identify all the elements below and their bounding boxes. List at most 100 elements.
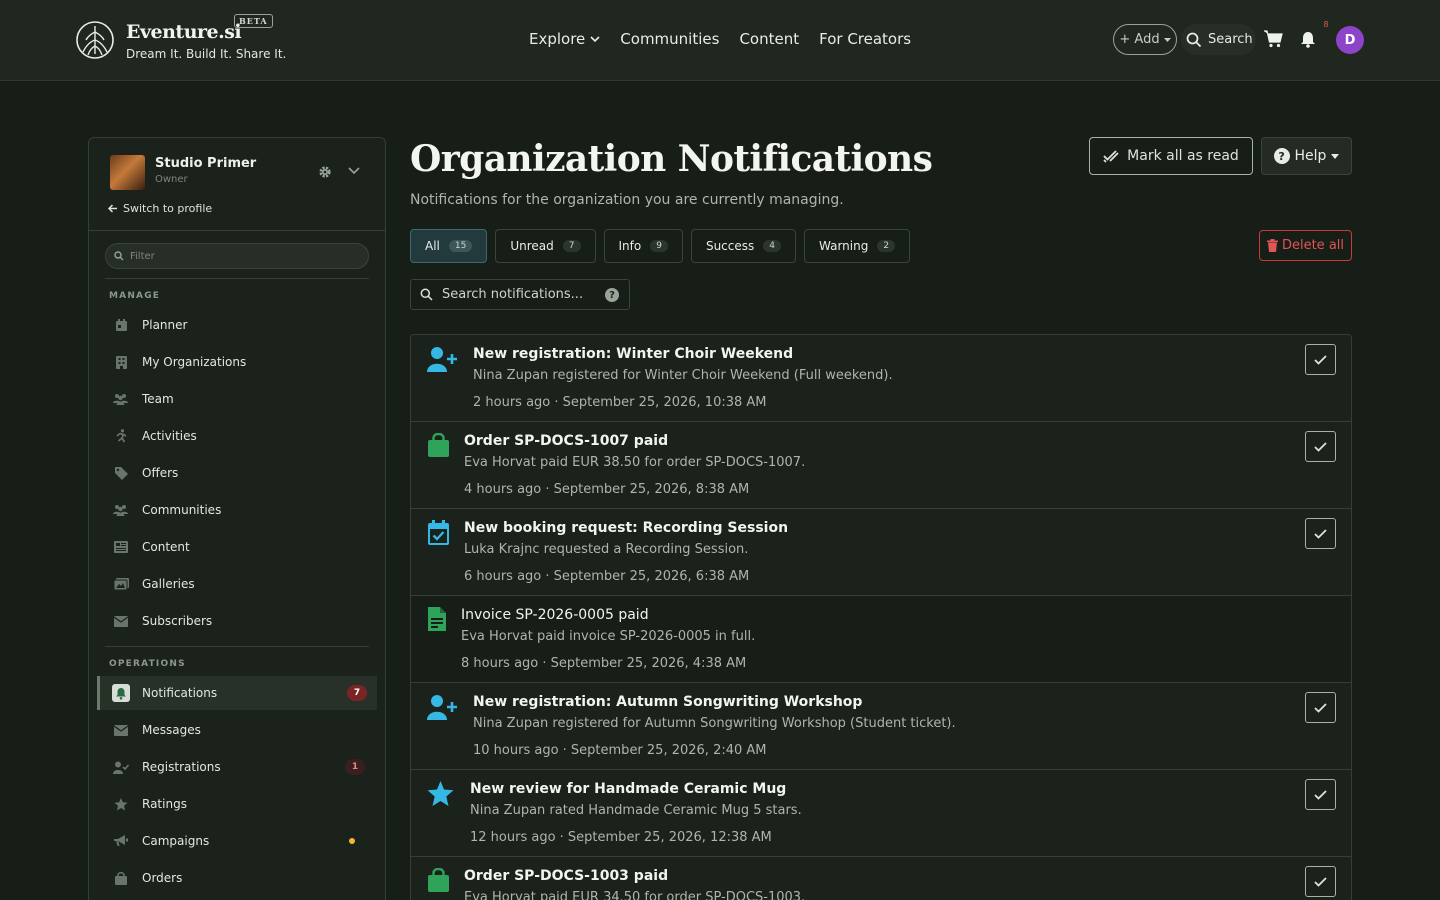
divider (89, 230, 385, 231)
nav-for-creators[interactable]: For Creators (819, 30, 911, 48)
sidebar-item-subscribers[interactable]: Subscribers (105, 604, 375, 638)
caret-down-icon (1331, 153, 1340, 159)
sidebar: Studio Primer Owner Switch to profile Fi… (88, 137, 386, 900)
notification-item[interactable]: New registration: Autumn Songwriting Wor… (411, 683, 1351, 770)
mark-read-button[interactable] (1305, 518, 1336, 549)
tab-success[interactable]: Success 4 (690, 229, 796, 263)
tab-info[interactable]: Info 9 (603, 229, 683, 263)
notification-time: 4 hours ago · September 25, 2026, 8:38 A… (464, 482, 750, 497)
sidebar-item-team[interactable]: Team (105, 382, 375, 416)
sidebar-item-campaigns[interactable]: Campaigns (105, 824, 375, 858)
calendar-icon (112, 316, 130, 334)
chevron-down-icon[interactable] (348, 167, 360, 175)
nav-content[interactable]: Content (739, 30, 799, 48)
images-icon (112, 575, 130, 593)
sidebar-item-orders[interactable]: Orders (105, 861, 375, 895)
user-avatar[interactable]: D (1336, 26, 1364, 54)
megaphone-icon (112, 832, 130, 850)
gear-icon[interactable] (318, 165, 332, 179)
double-check-icon (1103, 150, 1119, 163)
tab-warning[interactable]: Warning 2 (804, 229, 911, 263)
cart-icon[interactable] (1264, 30, 1283, 48)
notification-filter-tabs: All 15 Unread 7 Info 9 Success 4 Warning 2 (410, 229, 911, 263)
bell-icon[interactable] (1300, 31, 1316, 48)
section-label-operations: OPERATIONS (109, 659, 186, 669)
arrow-left-icon (108, 204, 117, 213)
sidebar-item-notifications[interactable]: Notifications 7 (97, 676, 377, 710)
notification-item[interactable]: Order SP-DOCS-1007 paid Eva Horvat paid … (411, 422, 1351, 509)
sidebar-item-communities[interactable]: Communities (105, 493, 375, 527)
sidebar-item-content[interactable]: Content (105, 530, 375, 564)
main-nav: Explore Communities Content For Creators (529, 30, 911, 48)
notification-item[interactable]: New booking request: Recording Session L… (411, 509, 1351, 596)
star-icon (427, 781, 454, 806)
mark-read-button[interactable] (1305, 779, 1336, 810)
delete-all-button[interactable]: Delete all (1259, 230, 1352, 261)
notification-item[interactable]: New registration: Winter Choir Weekend N… (411, 335, 1351, 422)
sidebar-item-registrations[interactable]: Registrations 1 (105, 750, 375, 784)
add-button[interactable]: + Add (1113, 24, 1177, 55)
tab-all[interactable]: All 15 (410, 229, 488, 263)
notification-title: New booking request: Recording Session (464, 520, 789, 536)
mark-read-button[interactable] (1305, 344, 1336, 375)
notification-message: Eva Horvat paid invoice SP-2026-0005 in … (461, 629, 756, 644)
tab-count: 4 (763, 240, 781, 252)
mark-all-read-button[interactable]: Mark all as read (1089, 137, 1253, 175)
user-plus-icon (427, 347, 457, 372)
team-icon (112, 390, 130, 408)
search-icon (420, 288, 433, 301)
tab-count: 9 (650, 240, 668, 252)
sidebar-item-galleries[interactable]: Galleries (105, 567, 375, 601)
notification-item[interactable]: Order SP-DOCS-1003 paid Eva Horvat paid … (411, 857, 1351, 900)
mark-read-button[interactable] (1305, 692, 1336, 723)
sidebar-filter-input[interactable]: Filter (105, 243, 369, 269)
tab-count: 2 (877, 240, 896, 252)
organization-avatar (110, 155, 145, 190)
notification-time: 8 hours ago · September 25, 2026, 4:38 A… (461, 656, 747, 671)
organization-name: Studio Primer (155, 156, 257, 171)
nav-communities[interactable]: Communities (620, 30, 719, 48)
sidebar-item-messages[interactable]: Messages (105, 713, 375, 747)
sidebar-item-offers[interactable]: Offers (105, 456, 375, 490)
organization-role: Owner (155, 174, 188, 185)
switch-to-profile-link[interactable]: Switch to profile (108, 202, 212, 215)
sidebar-item-planner[interactable]: Planner (105, 308, 375, 342)
divider (105, 646, 369, 647)
user-check-icon (112, 758, 130, 776)
invoice-icon (428, 607, 446, 631)
divider (105, 278, 369, 279)
notification-search-input[interactable]: Search notifications... ? (410, 279, 630, 310)
mark-read-button[interactable] (1305, 431, 1336, 462)
notification-item[interactable]: New review for Handmade Ceramic Mug Nina… (411, 770, 1351, 857)
notification-message: Eva Horvat paid EUR 38.50 for order SP-D… (464, 455, 806, 470)
page-title: Organization Notifications (410, 138, 933, 180)
brand-name[interactable]: Eventure.si (126, 21, 242, 43)
notification-item[interactable]: Invoice SP-2026-0005 paid Eva Horvat pai… (411, 596, 1351, 683)
notifications-count-badge: 7 (347, 685, 367, 701)
help-dropdown-button[interactable]: ? Help (1261, 137, 1352, 175)
notification-time: 6 hours ago · September 25, 2026, 6:38 A… (464, 569, 750, 584)
search-icon (1186, 32, 1202, 47)
section-label-manage: MANAGE (109, 291, 161, 301)
sidebar-item-my-organizations[interactable]: My Organizations (105, 345, 375, 379)
nav-explore[interactable]: Explore (529, 30, 600, 48)
question-circle-icon[interactable]: ? (605, 288, 619, 302)
tab-unread[interactable]: Unread 7 (495, 229, 596, 263)
sidebar-item-activities[interactable]: Activities (105, 419, 375, 453)
tree-logo-icon[interactable] (75, 20, 115, 60)
header-search-button[interactable]: Search (1181, 24, 1256, 55)
shopping-bag-icon (428, 433, 449, 457)
beta-badge: BETA (234, 14, 273, 28)
sidebar-item-ratings[interactable]: Ratings (105, 787, 375, 821)
tab-count: 7 (562, 240, 581, 252)
envelope-icon (112, 721, 130, 739)
star-icon (112, 795, 130, 813)
envelope-icon (112, 612, 130, 630)
check-icon (1314, 528, 1327, 539)
notification-list: New registration: Winter Choir Weekend N… (410, 334, 1352, 900)
notification-title: New review for Handmade Ceramic Mug (470, 781, 787, 797)
mark-read-button[interactable] (1305, 866, 1336, 897)
shopping-bag-icon (428, 868, 449, 892)
tab-count: 15 (448, 240, 473, 252)
user-plus-icon (427, 695, 457, 720)
